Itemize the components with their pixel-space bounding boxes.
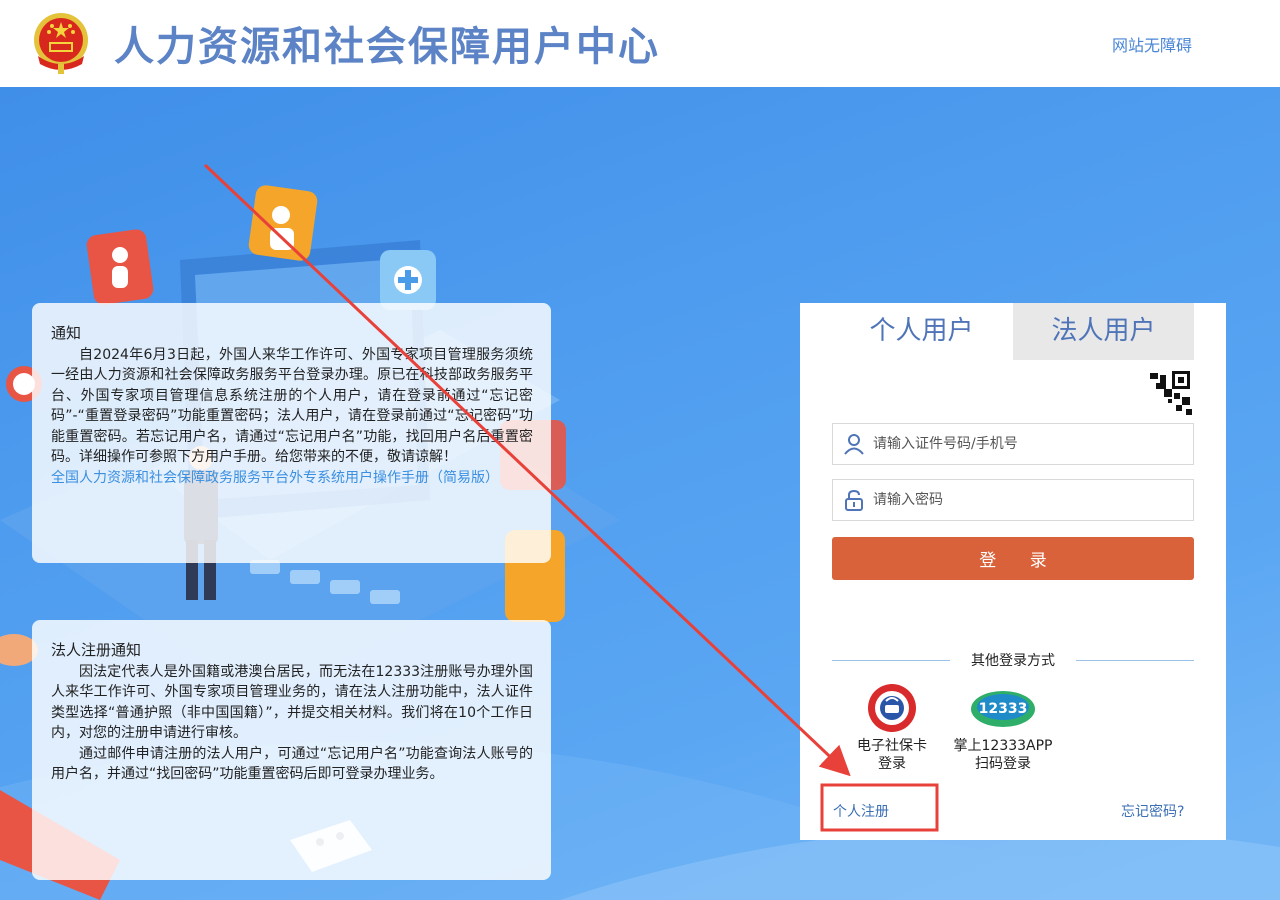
divider-right (1076, 660, 1194, 661)
social-security-card-icon (868, 684, 916, 732)
app-login-line2: 扫码登录 (975, 756, 1031, 772)
divider-left (832, 660, 950, 661)
username-field (832, 423, 1194, 465)
notice-panel: 通知 自2024年6月3日起，外国人来华工作许可、外国专家项目管理服务须统一经由… (32, 303, 551, 563)
tab-legal-user[interactable]: 法人用户 (1013, 303, 1194, 360)
social-security-card-login[interactable]: 电子社保卡 登录 (846, 683, 938, 773)
legal-notice-title: 法人注册通知 (51, 641, 142, 659)
other-login-methods-title: 其他登录方式 (971, 653, 1055, 669)
login-button[interactable]: 登 录 (832, 537, 1194, 580)
qr-code-login-icon[interactable] (1146, 369, 1194, 417)
legal-notice-paragraph-2: 通过邮件申请注册的法人用户，可通过“忘记用户名”功能查询法人账号的用户名，并通过… (51, 745, 533, 783)
svg-text:12333: 12333 (979, 701, 1028, 717)
maternity-tag-icon (86, 229, 154, 305)
app-login-line1: 掌上12333APP (953, 738, 1053, 754)
app-12333-icon: 12333 (971, 691, 1035, 727)
password-input[interactable] (873, 480, 1189, 520)
username-input[interactable] (873, 424, 1189, 464)
worker-tag-icon (248, 185, 318, 261)
user-icon (844, 434, 864, 455)
forgot-password-link[interactable]: 忘记密码? (1121, 801, 1184, 821)
legal-notice-paragraph-1: 因法定代表人是外国籍或港澳台居民，而无法在12333注册账号办理外国人来华工作许… (51, 663, 533, 742)
notice-title: 通知 (51, 324, 82, 342)
lock-icon (845, 489, 863, 511)
login-card: 个人用户 法人用户 登 录 其他登录方式 (800, 303, 1226, 840)
app-12333-login[interactable]: 12333 掌上12333APP 扫码登录 (946, 683, 1060, 773)
medical-tag-icon (380, 250, 436, 310)
notice-body: 自2024年6月3日起，外国人来华工作许可、外国专家项目管理服务须统一经由人力资… (51, 346, 533, 466)
tab-personal-user[interactable]: 个人用户 (831, 303, 1012, 360)
personal-register-link[interactable]: 个人注册 (833, 801, 889, 821)
ssc-login-line2: 登录 (878, 756, 906, 772)
legal-registration-notice-panel: 法人注册通知 因法定代表人是外国籍或港澳台居民，而无法在12333注册账号办理外… (32, 620, 551, 880)
user-manual-link[interactable]: 全国人力资源和社会保障政务服务平台外专系统用户操作手册（简易版） (51, 468, 533, 489)
password-field (832, 479, 1194, 521)
ssc-login-line1: 电子社保卡 (857, 738, 927, 754)
